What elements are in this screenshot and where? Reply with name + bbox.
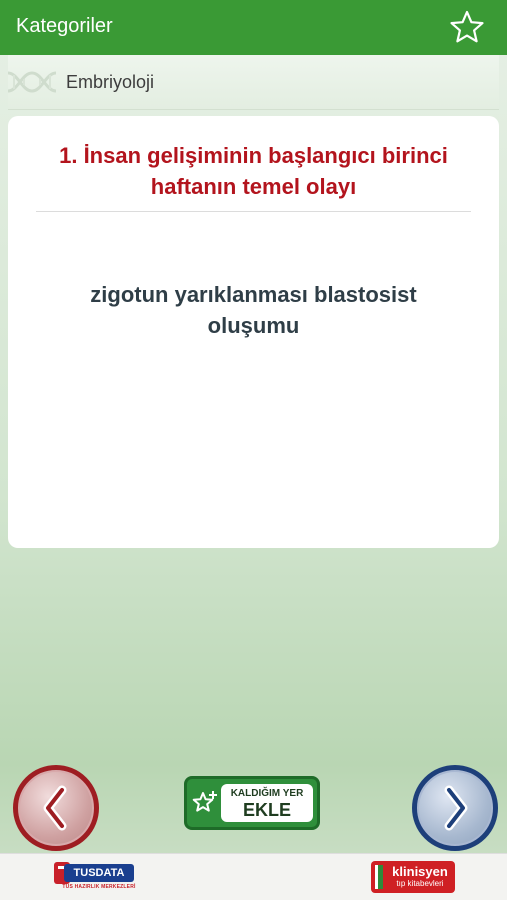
flashcard[interactable]: 1. İnsan gelişiminin başlangıcı birinci … [8, 116, 499, 548]
previous-button[interactable] [13, 765, 99, 851]
card-answer: zigotun yarıklanması blastosist oluşumu [90, 282, 417, 338]
klinisyen-logo[interactable]: klinisyen tıp kitabevleri [371, 861, 455, 893]
bookmark-label: KALDIĞIM YER EKLE [221, 784, 313, 822]
category-label: Embriyoloji [66, 72, 155, 92]
tusdata-logo-tagline: TUS HAZIRLIK MERKEZLERİ [62, 884, 136, 890]
add-bookmark-button[interactable]: KALDIĞIM YER EKLE [184, 776, 320, 830]
next-button[interactable] [412, 765, 498, 851]
klinisyen-logo-name: klinisyen [392, 864, 448, 879]
dna-icon [7, 65, 64, 99]
footer: TUSDATA TUS HAZIRLIK MERKEZLERİ klinisye… [0, 853, 507, 900]
favorite-star-icon[interactable] [449, 9, 485, 45]
klinisyen-logo-subtitle: tıp kitabevleri [396, 879, 444, 888]
chevron-right-icon [444, 785, 468, 831]
card-question: 1. İnsan gelişiminin başlangıcı birinci … [59, 143, 448, 199]
bookmark-label-line1: KALDIĞIM YER [230, 788, 304, 799]
tusdata-logo-name: TUSDATA [64, 864, 134, 882]
star-plus-icon [191, 789, 219, 817]
klinisyen-mark-icon [375, 865, 383, 889]
bookmark-label-line2: EKLE [242, 800, 291, 820]
card-divider [36, 211, 471, 212]
chevron-left-icon [43, 785, 67, 831]
top-bar: Kategoriler [0, 0, 507, 55]
tusdata-logo[interactable]: TUSDATA TUS HAZIRLIK MERKEZLERİ [54, 860, 136, 896]
back-to-categories-link[interactable]: Kategoriler [16, 15, 113, 38]
category-header: Embriyoloji [7, 55, 499, 110]
